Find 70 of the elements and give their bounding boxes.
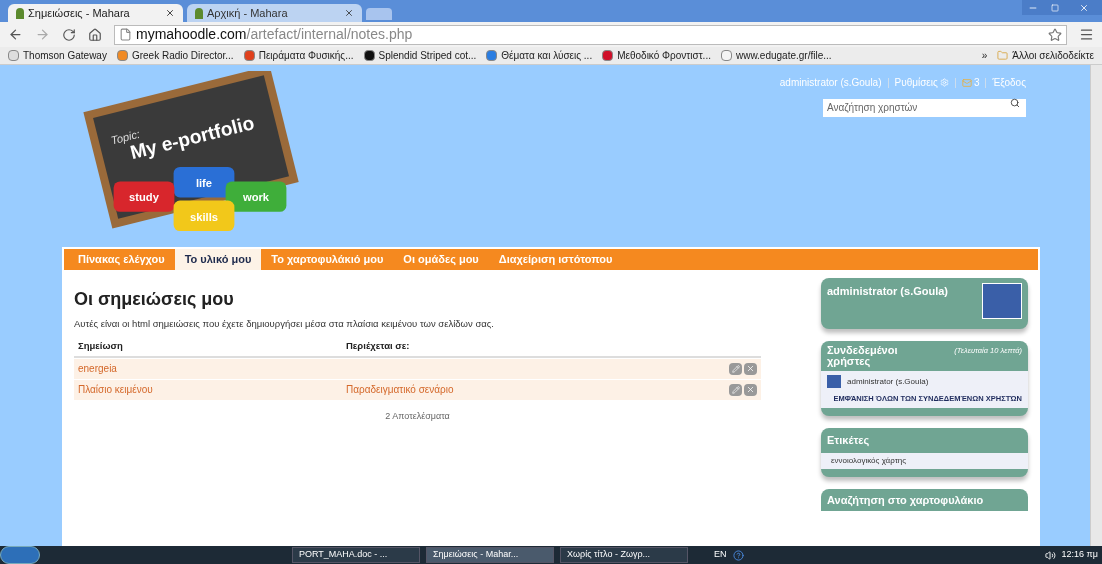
delete-icon (746, 385, 755, 394)
page-heading: Οι σημειώσεις μου (74, 288, 235, 311)
envelope-icon (961, 77, 972, 88)
clock[interactable]: 12:16 πμ (1061, 548, 1098, 562)
browser-tab[interactable]: Αρχική - Mahara (187, 4, 362, 22)
overflow-chevron[interactable]: » (981, 48, 988, 63)
minimize-button[interactable] (1022, 0, 1044, 15)
bookmark-label: Greek Radio Director... (131, 49, 234, 63)
user-search-field[interactable]: Αναζήτηση χρηστών (823, 98, 1026, 117)
bookmark[interactable]: Greek Radio Director... (116, 48, 234, 63)
avatar-placeholder (982, 283, 1022, 319)
card-title: Αναζήτηση στο χαρτοφυλάκιο (827, 492, 985, 507)
taskbar-button[interactable]: Σημειώσεις - Mahar... (426, 547, 554, 563)
bookmark-label: Μεθοδικό Φροντιστ... (617, 49, 711, 63)
close-icon (1079, 2, 1089, 13)
search-icon[interactable] (1010, 98, 1020, 108)
bookmark[interactable]: Splendid Striped cot... (363, 48, 477, 63)
online-user-link[interactable]: administrator (s.Goula) (847, 375, 929, 388)
column-header: Σημείωση (78, 339, 124, 354)
page-description: Αυτές είναι οι html σημειώσεις που έχετε δημιουργήσει μέσα στα πλαίσια κειμένου των σελίδων σας. (74, 317, 495, 331)
reload-icon[interactable] (62, 27, 76, 42)
column-header: Περιέχεται σε: (346, 339, 410, 354)
star-icon[interactable] (1048, 27, 1062, 42)
pencil-icon (731, 364, 740, 373)
menu-icon[interactable] (1079, 27, 1094, 42)
card-title: Ετικέτες (826, 433, 871, 448)
close-icon[interactable] (344, 8, 354, 18)
bookmark[interactable]: Μεθοδικό Φροντιστ... (602, 48, 711, 63)
bookmark[interactable]: Θέματα και λύσεις ... (486, 48, 593, 63)
gear-icon (939, 78, 949, 87)
scrollbar[interactable] (1090, 65, 1102, 546)
tab-title: Σημειώσεις - Mahara (28, 5, 131, 21)
taskbar-button[interactable]: Χωρίς τίτλο - Ζωγρ... (560, 547, 688, 563)
pencil-icon (731, 385, 740, 394)
help-icon[interactable] (732, 549, 744, 561)
bookmark[interactable]: Thomson Gateway (8, 48, 107, 63)
browser-tab[interactable]: Σημειώσεις - Mahara (8, 4, 183, 22)
forward-icon[interactable] (35, 27, 50, 42)
user-avatar-placeholder (827, 375, 841, 388)
volume-icon[interactable] (1044, 549, 1056, 561)
close-icon[interactable] (165, 8, 175, 18)
url-text: mymahoodle.com/artefact/internal/notes.php (136, 25, 413, 44)
address-bar[interactable]: mymahoodle.com/artefact/internal/notes.php (114, 24, 1067, 45)
start-button[interactable] (0, 546, 40, 564)
home-icon[interactable] (88, 27, 102, 42)
delete-icon (746, 364, 755, 373)
bookmark[interactable]: www.edugate.gr/file... (720, 48, 832, 63)
delete-button[interactable] (744, 362, 757, 375)
bookmark-label: www.edugate.gr/file... (735, 49, 832, 63)
bookmark-label: Πειράματα Φυσικής... (258, 49, 354, 63)
results-count: 2 Αποτελέσματα (384, 409, 451, 423)
bookmark-folder[interactable]: Άλλοι σελιδοδείκτε (997, 48, 1094, 63)
card-title: Συνδεδεμένοι χρήστες (827, 345, 899, 367)
nav-tab[interactable]: Το υλικό μου (174, 249, 262, 270)
close-button[interactable] (1066, 0, 1102, 15)
bookmark-label: Splendid Striped cot... (378, 49, 477, 63)
tab-title: Αρχική - Mahara (207, 5, 289, 21)
edit-button[interactable] (729, 383, 742, 396)
page-icon (119, 28, 132, 41)
delete-button[interactable] (744, 383, 757, 396)
bookmark[interactable]: Πειράματα Φυσικής... (243, 48, 354, 63)
language-indicator[interactable]: EN (714, 548, 727, 562)
back-icon[interactable] (8, 27, 23, 42)
bookmark-label: Άλλοι σελιδοδείκτε (1012, 49, 1094, 63)
taskbar-button[interactable]: PORT_MAHA.doc - ... (292, 547, 420, 563)
edit-button[interactable] (729, 362, 742, 375)
restore-icon (1051, 3, 1059, 12)
bookmark-label: Thomson Gateway (23, 49, 107, 63)
folder-icon (997, 50, 1009, 61)
bookmark-label: Θέματα και λύσεις ... (501, 49, 593, 63)
